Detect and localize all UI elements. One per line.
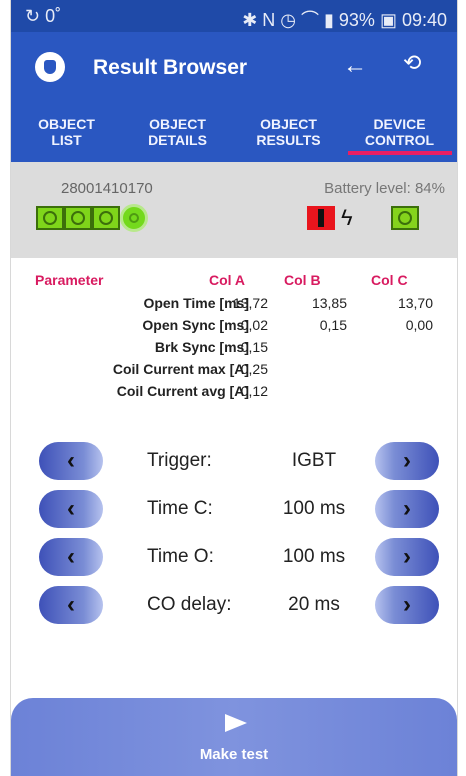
control-label: Trigger: [147, 450, 212, 471]
header-parameter: Parameter [35, 272, 104, 288]
make-test-button[interactable]: Make test [11, 698, 457, 776]
time-c-increase-button[interactable]: › [375, 490, 439, 528]
tab-label: DEVICE CONTROL [364, 116, 435, 148]
channel-indicator-c [92, 206, 120, 230]
trigger-decrease-button[interactable]: ‹ [39, 442, 103, 480]
value-col-a: 0,02 [240, 317, 268, 333]
table-row: Coil Current max [A] 0,25 [11, 361, 457, 383]
selected-tab-indicator [348, 151, 452, 155]
value-col-a: 0,15 [240, 339, 268, 355]
device-status-panel: 28001410170 Battery level: 84% ϟ [11, 162, 457, 258]
breaker-status-indicator [307, 206, 335, 230]
phone-screen: ↻ 0˚ ✱ N ◷ ⌒ ▮ 93% ▣ 09:40 Result Browse… [10, 0, 458, 776]
play-icon [225, 714, 247, 732]
header-col-a: Col A [209, 272, 246, 288]
chevron-right-icon: › [403, 543, 411, 570]
chevron-left-icon: ‹ [67, 591, 75, 618]
control-label: CO delay: [147, 594, 232, 615]
status-right: ✱ N ◷ ⌒ ▮ 93% ▣ 09:40 [242, 10, 447, 30]
channel-indicator-b [64, 206, 92, 230]
value-col-b: 0,15 [319, 317, 347, 333]
tab-label: OBJECT RESULTS [256, 116, 321, 148]
header-col-b: Col B [284, 272, 321, 288]
co-delay-increase-button[interactable]: › [375, 586, 439, 624]
control-label: Time O: [147, 546, 214, 567]
trigger-control: ‹ Trigger: IGBT › [39, 442, 439, 480]
value-col-c: 13,70 [397, 295, 433, 311]
tab-object-list[interactable]: OBJECT LIST [11, 116, 122, 148]
chevron-left-icon: ‹ [67, 447, 75, 474]
chevron-right-icon: › [403, 495, 411, 522]
control-value: 100 ms [282, 546, 346, 567]
control-value: IGBT [291, 450, 337, 471]
ready-indicator [391, 206, 419, 230]
value-col-a: 0,25 [240, 361, 268, 377]
trigger-increase-button[interactable]: › [375, 442, 439, 480]
control-value: 100 ms [282, 498, 346, 519]
results-table: Parameter Col A Col B Col C Open Time [m… [11, 258, 457, 418]
table-row: Open Sync [ms] 0,02 0,15 0,00 [11, 317, 457, 339]
time-c-decrease-button[interactable]: ‹ [39, 490, 103, 528]
chevron-right-icon: › [403, 447, 411, 474]
table-row: Coil Current avg [A] 0,12 [11, 383, 457, 405]
value-col-a: 0,12 [240, 383, 268, 399]
tab-object-details[interactable]: OBJECT DETAILS [122, 116, 233, 148]
tab-label: OBJECT DETAILS [148, 116, 207, 148]
value-col-a: 13,72 [232, 295, 268, 311]
value-col-b: 13,85 [311, 295, 347, 311]
status-left: ↻ 0˚ [25, 6, 62, 26]
table-row: Brk Sync [ms] 0,15 [11, 339, 457, 361]
device-serial: 28001410170 [61, 180, 153, 197]
battery-level: Battery level: 84% [324, 180, 445, 197]
app-bar: Result Browser ← ⟲ [11, 32, 457, 104]
table-row: Open Time [ms] 13,72 13,85 13,70 [11, 295, 457, 317]
tab-object-results[interactable]: OBJECT RESULTS [233, 116, 344, 148]
app-icon [35, 52, 65, 82]
chevron-left-icon: ‹ [67, 495, 75, 522]
header-col-c: Col C [371, 272, 408, 288]
time-c-control: ‹ Time C: 100 ms › [39, 490, 439, 528]
control-value: 20 ms [288, 594, 340, 615]
back-icon[interactable]: ← [343, 52, 367, 80]
channel-indicator-a [36, 206, 64, 230]
chevron-right-icon: › [403, 591, 411, 618]
control-label: Time C: [147, 498, 213, 519]
time-o-control: ‹ Time O: 100 ms › [39, 538, 439, 576]
time-o-decrease-button[interactable]: ‹ [39, 538, 103, 576]
status-bar: ↻ 0˚ ✱ N ◷ ⌒ ▮ 93% ▣ 09:40 [11, 0, 457, 32]
tab-device-control[interactable]: DEVICE CONTROL [344, 116, 455, 148]
make-test-label: Make test [199, 746, 269, 763]
co-delay-control: ‹ CO delay: 20 ms › [39, 586, 439, 624]
value-col-c: 0,00 [405, 317, 433, 333]
co-delay-decrease-button[interactable]: ‹ [39, 586, 103, 624]
lightning-icon: ϟ [341, 205, 353, 230]
app-title: Result Browser [93, 56, 248, 79]
status-ring-indicator [120, 204, 148, 232]
tab-label: OBJECT LIST [38, 116, 95, 148]
time-o-increase-button[interactable]: › [375, 538, 439, 576]
sync-disabled-icon[interactable]: ⟲ [403, 50, 421, 76]
chevron-left-icon: ‹ [67, 543, 75, 570]
